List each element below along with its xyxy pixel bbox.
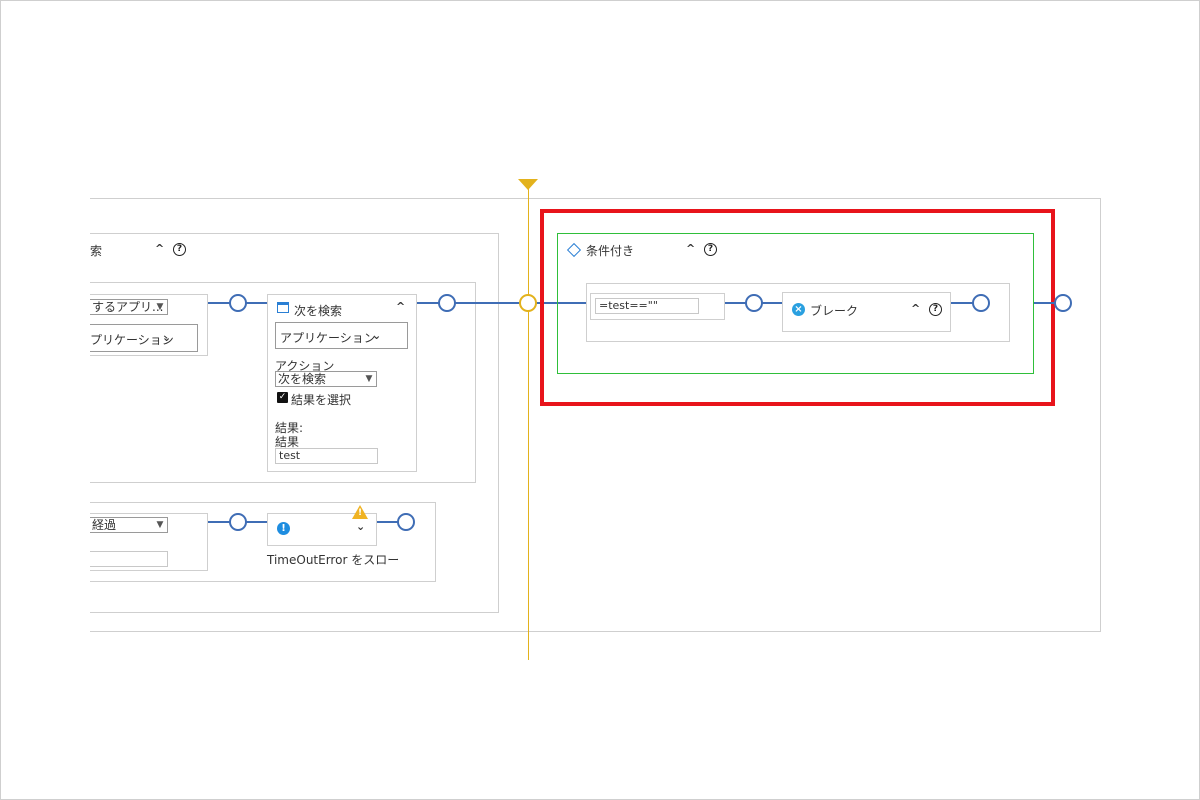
timeout-label: TimeOutError をスロー [267, 553, 400, 567]
connector-node[interactable] [229, 294, 247, 312]
chevron-up-icon[interactable]: ^ [155, 242, 164, 255]
help-icon[interactable]: ? [173, 243, 186, 256]
app-select[interactable]: するアプリ... ▼ [90, 299, 168, 315]
connector-node[interactable] [229, 513, 247, 531]
action-select-value: 次を検索 [278, 372, 327, 386]
find-group-title: 索 [90, 244, 103, 258]
info-icon: ! [277, 522, 290, 535]
condition-input[interactable]: =test=="" [595, 298, 699, 314]
connector-node[interactable] [745, 294, 763, 312]
conditional-title: 条件付き [586, 244, 635, 258]
application-dropdown-label: アプリケーション [280, 331, 376, 345]
chevron-down-icon: ⌄ [162, 331, 172, 344]
select-result-label: 結果を選択 [291, 393, 352, 407]
warning-mark: ! [358, 508, 363, 518]
dropdown-arrow-icon: ▼ [156, 520, 164, 530]
dropdown-arrow-icon: ▼ [365, 374, 373, 384]
playhead-marker-icon[interactable] [518, 179, 538, 190]
help-icon[interactable]: ? [704, 243, 717, 256]
time-select-value: 経過 [92, 518, 117, 532]
connector-node[interactable] [397, 513, 415, 531]
connector-line [1034, 302, 1056, 304]
break-activity [782, 292, 951, 332]
select-result-checkbox[interactable]: ✓ [277, 392, 288, 403]
help-icon[interactable]: ? [929, 303, 942, 316]
result-input[interactable]: test [275, 448, 378, 464]
chevron-up-icon[interactable]: ^ [911, 302, 920, 315]
chevron-down-icon: ⌄ [372, 329, 382, 342]
break-label: ブレーク [810, 304, 859, 318]
insert-point-node[interactable] [519, 294, 537, 312]
window-icon [277, 302, 289, 313]
time-input[interactable] [90, 551, 168, 567]
connector-node[interactable] [438, 294, 456, 312]
chevron-up-icon[interactable]: ^ [686, 242, 695, 255]
find-next-title: 次を検索 [294, 304, 343, 318]
connector-node[interactable] [1054, 294, 1072, 312]
chevron-up-icon[interactable]: ^ [396, 300, 405, 313]
connector-node[interactable] [972, 294, 990, 312]
result-input-value: test [279, 449, 301, 462]
time-select[interactable]: 経過 ▼ [90, 517, 168, 533]
close-circle-icon: × [792, 303, 805, 316]
dropdown-arrow-icon: ▼ [156, 302, 164, 312]
action-select[interactable]: 次を検索 ▼ [275, 371, 377, 387]
condition-input-value: =test=="" [599, 299, 658, 312]
connector-line [417, 302, 530, 304]
chevron-down-icon[interactable]: ⌄ [356, 520, 365, 533]
playhead-line [528, 188, 529, 660]
